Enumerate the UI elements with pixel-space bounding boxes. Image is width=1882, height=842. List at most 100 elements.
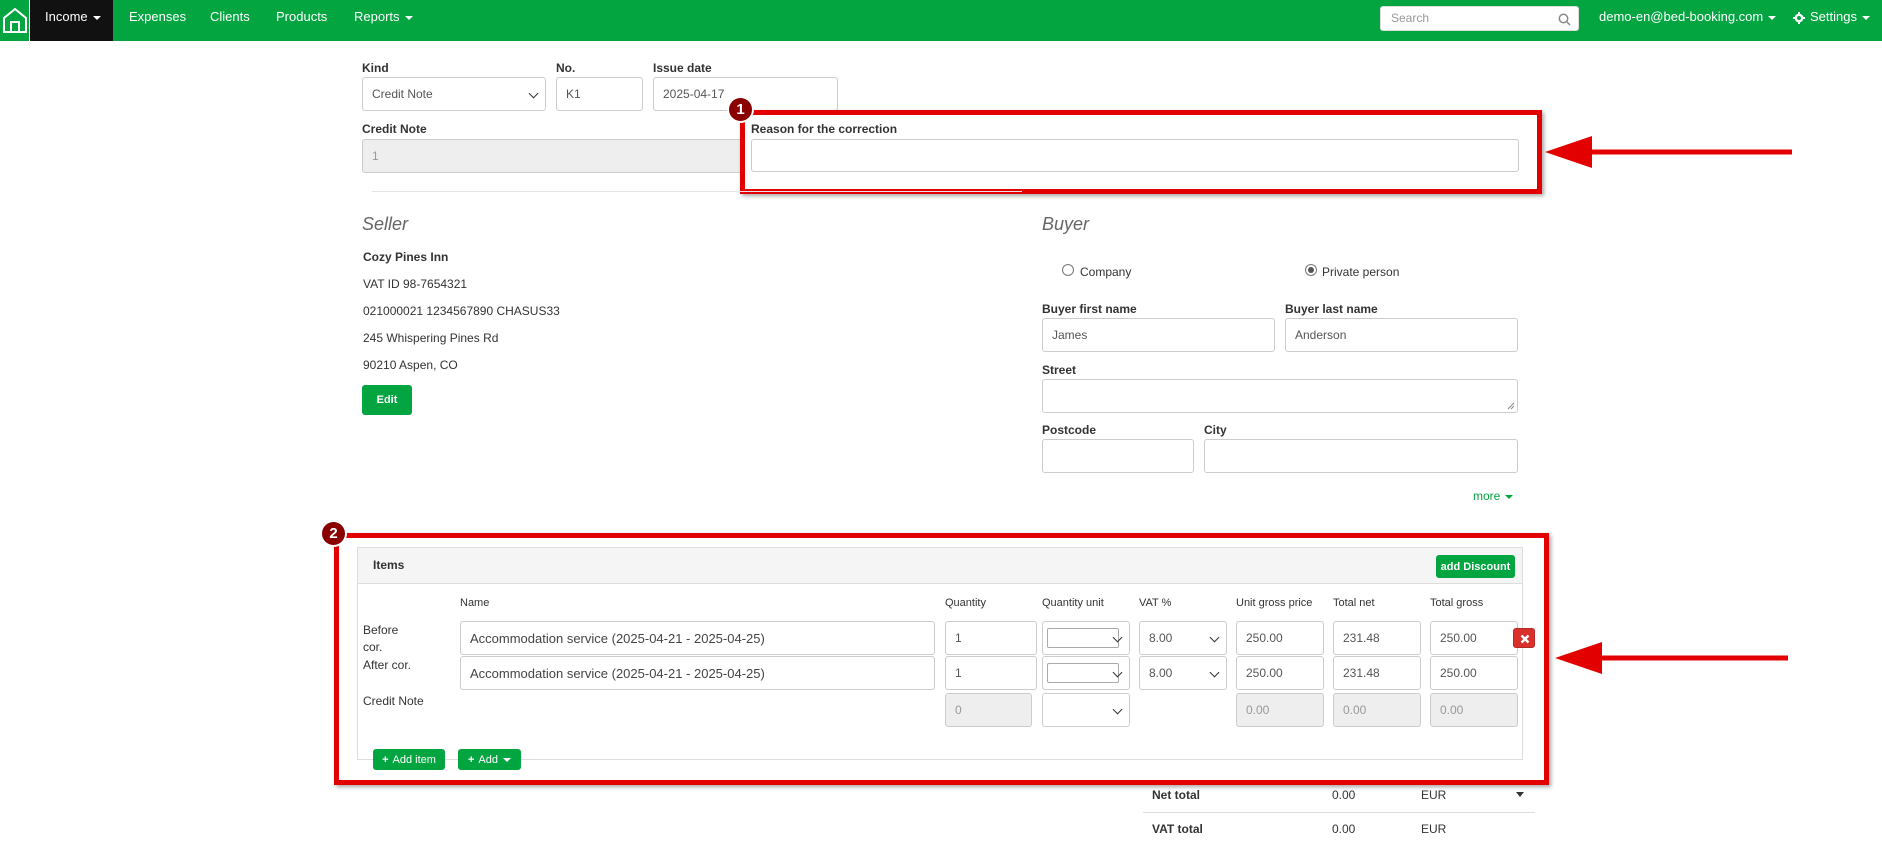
- chevron-down-icon: [1209, 667, 1220, 678]
- item-vat-select[interactable]: 8.00: [1139, 621, 1227, 655]
- more-link[interactable]: more: [1473, 489, 1514, 503]
- annotation-badge-2: 2: [320, 520, 347, 547]
- chevron-down-icon: [1209, 632, 1220, 643]
- caret-down-icon: [1505, 494, 1514, 499]
- add-dropdown-button[interactable]: + Add: [458, 749, 521, 770]
- search-input[interactable]: Search: [1380, 6, 1579, 31]
- row-label-after: After cor.: [363, 658, 412, 672]
- seller-bank: 021000021 1234567890 CHASUS33: [363, 304, 560, 318]
- totals-divider: [1143, 812, 1535, 813]
- caret-down-icon: [404, 15, 413, 20]
- company-label: Company: [1080, 265, 1132, 279]
- item-quantity-unit-select[interactable]: [1042, 656, 1130, 690]
- item-quantity-input[interactable]: 1: [945, 621, 1037, 655]
- postcode-input[interactable]: [1042, 439, 1194, 473]
- column-name: Name: [460, 597, 490, 609]
- vat-total-value: 0.00: [1332, 822, 1356, 836]
- item-vat-value: 8.00: [1149, 666, 1173, 680]
- seller-street: 245 Whispering Pines Rd: [363, 331, 499, 345]
- item-vat-select[interactable]: 8.00: [1139, 656, 1227, 690]
- net-total-label: Net total: [1152, 788, 1200, 802]
- expand-totals-icon[interactable]: [1516, 792, 1524, 797]
- item-vat-value: 8.00: [1149, 631, 1173, 645]
- resize-handle-icon: [1507, 402, 1515, 410]
- item-quantity-input[interactable]: 1: [945, 656, 1037, 690]
- add-item-button[interactable]: + Add item: [373, 749, 445, 770]
- caret-down-icon: [1861, 15, 1870, 20]
- credit-total-gross-input: 0.00: [1430, 693, 1518, 727]
- column-quantity-unit: Quantity unit: [1042, 597, 1104, 609]
- more-label: more: [1473, 489, 1501, 503]
- number-label: No.: [556, 61, 576, 75]
- caret-down-icon: [92, 15, 101, 20]
- item-total-gross-input[interactable]: 250.00: [1430, 656, 1518, 690]
- items-title: Items: [373, 558, 405, 572]
- item-unit-gross-input[interactable]: 250.00: [1236, 656, 1324, 690]
- item-quantity-unit-select[interactable]: [1042, 621, 1130, 655]
- item-unit-gross-input[interactable]: 250.00: [1236, 621, 1324, 655]
- reason-label: Reason for the correction: [751, 122, 898, 136]
- company-radio[interactable]: [1062, 264, 1074, 276]
- private-person-radio[interactable]: [1305, 264, 1317, 276]
- plus-icon: +: [382, 753, 389, 766]
- delete-item-button[interactable]: [1513, 628, 1535, 648]
- postcode-label: Postcode: [1042, 423, 1097, 437]
- number-input[interactable]: K1: [556, 77, 643, 111]
- arrow-2-icon: [1555, 642, 1788, 674]
- search-icon: [1558, 13, 1571, 26]
- items-panel-header: [358, 548, 1522, 584]
- seller-name: Cozy Pines Inn: [363, 250, 449, 264]
- column-total-gross: Total gross: [1430, 597, 1484, 609]
- seller-heading: Seller: [362, 214, 409, 234]
- item-total-gross-input[interactable]: 250.00: [1430, 621, 1518, 655]
- plus-icon: +: [467, 753, 475, 766]
- credit-quantity-input: 0: [945, 693, 1032, 727]
- search-placeholder: Search: [1391, 11, 1430, 25]
- item-name-input[interactable]: Accommodation service (2025-04-21 - 2025…: [460, 656, 935, 690]
- nav-reports[interactable]: Reports: [354, 0, 413, 41]
- street-input[interactable]: [1042, 379, 1518, 413]
- caret-down-icon: [1768, 15, 1777, 20]
- reason-input[interactable]: [751, 139, 1519, 172]
- chevron-down-icon: [1112, 704, 1123, 715]
- item-name-input[interactable]: Accommodation service (2025-04-21 - 2025…: [460, 621, 935, 655]
- item-total-net-input[interactable]: 231.48: [1333, 621, 1421, 655]
- settings-menu[interactable]: Settings: [1793, 0, 1870, 41]
- nav-expenses[interactable]: Expenses: [129, 0, 186, 41]
- column-unit-gross-price: Unit gross price: [1236, 597, 1313, 609]
- settings-label: Settings: [1810, 9, 1857, 24]
- user-menu[interactable]: demo-en@bed-booking.com: [1599, 0, 1777, 41]
- annotation-badge-1: 1: [727, 96, 754, 123]
- nav-products[interactable]: Products: [276, 0, 327, 41]
- nav-income[interactable]: Income: [30, 0, 113, 41]
- arrow-1-icon: [1545, 136, 1792, 168]
- gear-icon: [1793, 11, 1805, 24]
- kind-select[interactable]: Credit Note: [362, 77, 546, 111]
- quantity-unit-inner: [1047, 663, 1119, 683]
- kind-label: Kind: [362, 61, 389, 75]
- vat-total-label: VAT total: [1152, 822, 1203, 836]
- add-item-label: Add item: [392, 753, 436, 766]
- buyer-heading: Buyer: [1042, 214, 1090, 234]
- home-icon[interactable]: [0, 0, 30, 41]
- row-label-credit-note: Credit Note: [363, 694, 424, 708]
- close-icon: [1520, 634, 1530, 644]
- credit-quantity-unit-select[interactable]: [1042, 693, 1130, 727]
- add-discount-button[interactable]: add Discount: [1436, 555, 1515, 578]
- net-total-currency: EUR: [1421, 788, 1447, 802]
- nav-clients[interactable]: Clients: [210, 0, 250, 41]
- quantity-unit-inner: [1047, 628, 1119, 648]
- row-label-before: Before cor.: [363, 623, 399, 654]
- column-quantity: Quantity: [945, 597, 986, 609]
- credit-unit-gross-input: 0.00: [1236, 693, 1324, 727]
- item-total-net-input[interactable]: 231.48: [1333, 656, 1421, 690]
- city-input[interactable]: [1204, 439, 1518, 473]
- vat-total-currency: EUR: [1421, 822, 1447, 836]
- last-name-input[interactable]: Anderson: [1285, 318, 1518, 352]
- credit-note-label: Credit Note: [362, 122, 427, 136]
- column-total-net: Total net: [1333, 597, 1375, 609]
- net-total-value: 0.00: [1332, 788, 1356, 802]
- first-name-input[interactable]: James: [1042, 318, 1275, 352]
- edit-seller-button[interactable]: Edit: [362, 385, 412, 415]
- divider: [372, 191, 1022, 192]
